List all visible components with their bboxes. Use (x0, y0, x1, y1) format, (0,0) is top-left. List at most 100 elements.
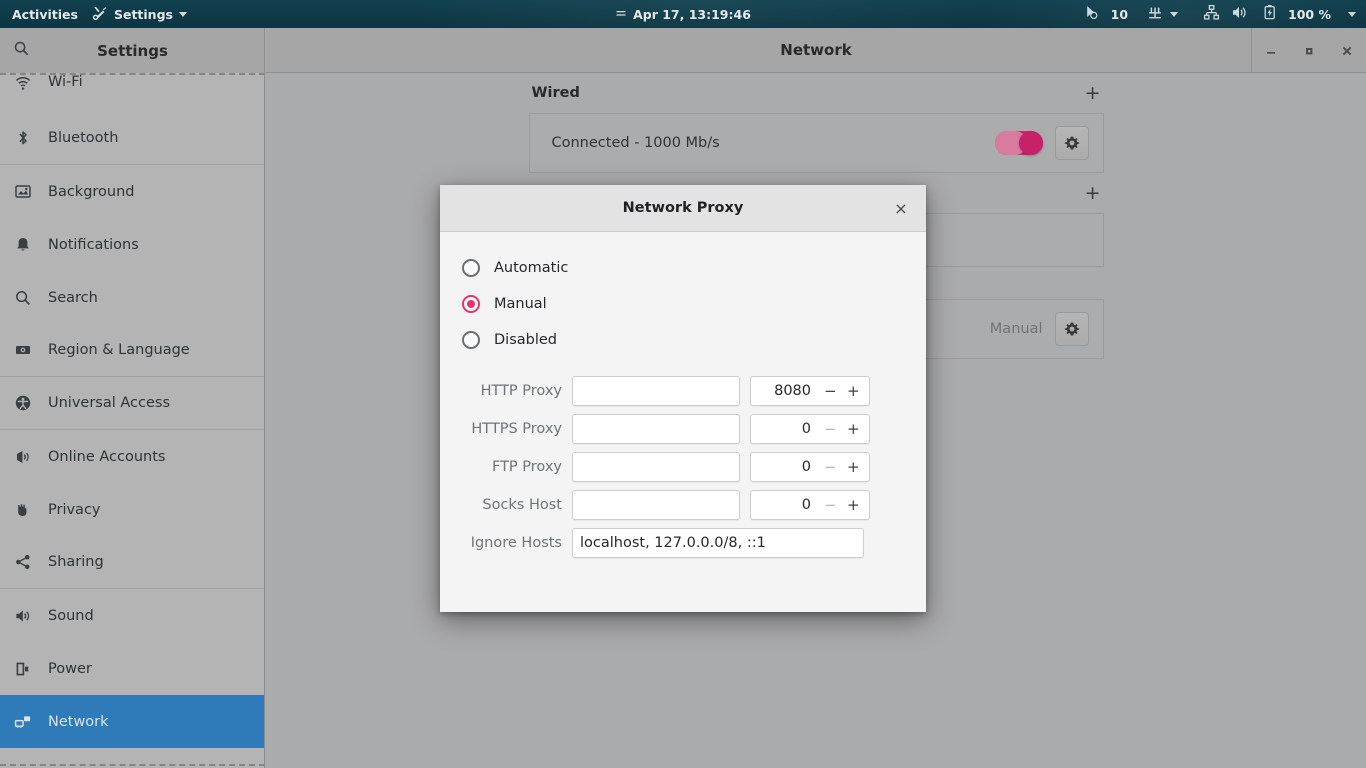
https-proxy-row: HTTPS Proxy 0 − + (462, 414, 904, 444)
ftp-proxy-port-value: 0 (801, 459, 811, 475)
proxy-mode-manual[interactable]: Manual (462, 286, 904, 322)
sidebar-item-label: Online Accounts (48, 448, 166, 465)
maximize-button[interactable] (1290, 28, 1328, 73)
https-proxy-host-input[interactable] (572, 414, 740, 444)
socks-port-value: 0 (801, 497, 811, 513)
sidebar-item-power[interactable]: Power (0, 642, 264, 695)
https-proxy-label: HTTPS Proxy (471, 421, 562, 437)
minimize-button[interactable] (1252, 28, 1290, 73)
wifi-icon (13, 74, 33, 92)
wired-connection-box: Connected - 1000 Mb/s (528, 113, 1104, 173)
close-button[interactable] (1328, 28, 1366, 73)
page-title: Network (780, 41, 852, 59)
http-proxy-host-input[interactable] (572, 376, 740, 406)
plus-icon[interactable]: + (847, 420, 860, 438)
ignore-hosts-input[interactable]: localhost, 127.0.0.0/8, ::1 (572, 528, 864, 558)
wired-connection-row[interactable]: Connected - 1000 Mb/s (530, 114, 1103, 172)
sidebar-item-notifications[interactable]: Notifications (0, 218, 264, 271)
chevron-down-icon[interactable] (1170, 11, 1179, 17)
workspace-count-label: 10 (1110, 6, 1129, 22)
proxy-mode-disabled[interactable]: Disabled (462, 322, 904, 358)
socks-host-input[interactable] (572, 490, 740, 520)
add-connection-button[interactable]: + (1085, 182, 1101, 204)
sidebar-bottom-indicator (0, 764, 264, 766)
sidebar-item-region-language[interactable]: Region & Language (0, 324, 264, 377)
sidebar-item-online-accounts[interactable]: Online Accounts (0, 430, 264, 483)
app-menu-label: Settings (113, 6, 173, 22)
network-icon (13, 713, 33, 731)
wired-settings-button[interactable] (1054, 126, 1089, 160)
search-icon[interactable] (13, 40, 30, 61)
wired-section-header: Wired + (529, 73, 1104, 113)
sidebar-item-sound[interactable]: Sound (0, 589, 264, 642)
minus-icon[interactable]: − (824, 420, 837, 438)
ftp-proxy-row: FTP Proxy 0 − + (462, 452, 904, 482)
proxy-fields: HTTP Proxy 8080 − + HTTPS Proxy 0 − + FT (462, 376, 904, 558)
proxy-mode-automatic[interactable]: Automatic (462, 250, 904, 286)
sidebar-item-label: Privacy (48, 501, 101, 518)
sidebar-item-label: Sound (48, 607, 94, 624)
radio-icon[interactable] (462, 331, 480, 349)
http-proxy-port-stepper[interactable]: 8080 − + (750, 376, 870, 406)
sidebar-item-label: Region & Language (48, 342, 190, 358)
minus-icon[interactable]: − (824, 496, 837, 514)
sidebar-item-search[interactable]: Search (0, 271, 264, 324)
plus-icon[interactable]: + (847, 496, 860, 514)
ftp-proxy-host-input[interactable] (572, 452, 740, 482)
http-proxy-row: HTTP Proxy 8080 − + (462, 376, 904, 406)
sidebar-item-background[interactable]: Background (0, 165, 264, 218)
wired-toggle[interactable] (994, 131, 1043, 155)
settings-sidebar: Settings Wi-Fi Bluetooth Background Noti… (0, 28, 265, 768)
search-icon (13, 289, 33, 307)
socks-port-stepper[interactable]: 0 − + (750, 490, 870, 520)
clock-button[interactable]: Apr 17, 13:19:46 (615, 7, 751, 22)
sidebar-item-privacy[interactable]: Privacy (0, 483, 264, 536)
sidebar-item-label: Background (48, 183, 135, 200)
sidebar-item-network[interactable]: Network (0, 695, 264, 748)
input-method-icon[interactable] (1147, 5, 1163, 24)
radio-icon[interactable] (462, 259, 480, 277)
chevron-down-icon[interactable] (1348, 11, 1356, 17)
sharing-icon (13, 553, 33, 571)
notifications-indicator-icon (615, 7, 627, 22)
close-icon[interactable]: × (888, 195, 914, 221)
dialog-title: Network Proxy (622, 200, 744, 216)
power-icon (13, 660, 33, 678)
activities-label: Activities (12, 6, 78, 22)
activities-button[interactable]: Activities (12, 7, 78, 22)
proxy-settings-button[interactable] (1054, 312, 1089, 346)
sidebar-item-label: Power (48, 660, 92, 677)
dialog-body: Automatic Manual Disabled HTTP Proxy 808… (440, 232, 926, 558)
wired-section: Wired + Connected - 1000 Mb/s (528, 73, 1104, 173)
clock-label: Apr 17, 13:19:46 (633, 6, 751, 22)
gnome-top-bar: Activities Settings Apr 17, 13:19:46 10 … (0, 0, 1366, 28)
sidebar-item-bluetooth[interactable]: Bluetooth (0, 112, 264, 165)
accessibility-pointer-icon[interactable] (1083, 4, 1100, 24)
socks-host-label: Socks Host (482, 497, 562, 513)
plus-icon[interactable]: + (847, 382, 860, 400)
sidebar-item-sharing[interactable]: Sharing (0, 536, 264, 589)
minus-icon[interactable]: − (824, 382, 837, 400)
radio-icon[interactable] (462, 295, 480, 313)
bell-icon (13, 236, 33, 254)
app-menu-button[interactable]: Settings (92, 5, 187, 24)
ftp-proxy-port-stepper[interactable]: 0 − + (750, 452, 870, 482)
ftp-proxy-label: FTP Proxy (491, 459, 562, 475)
sidebar-title: Settings (97, 41, 168, 60)
volume-icon[interactable] (1231, 4, 1248, 24)
http-proxy-port-value: 8080 (774, 383, 811, 399)
region-language-icon (13, 341, 33, 359)
add-wired-button[interactable]: + (1085, 82, 1101, 104)
chevron-down-icon (178, 11, 187, 17)
proxy-mode-label: Manual (494, 296, 547, 312)
https-proxy-port-stepper[interactable]: 0 − + (750, 414, 870, 444)
sidebar-item-wifi[interactable]: Wi-Fi (0, 74, 264, 112)
minus-icon[interactable]: − (824, 458, 837, 476)
wired-network-icon[interactable] (1203, 4, 1220, 24)
sidebar-item-list: Wi-Fi Bluetooth Background Notifications… (0, 74, 264, 748)
battery-charging-icon[interactable] (1263, 4, 1277, 24)
proxy-mode-label: Automatic (494, 260, 569, 276)
plus-icon[interactable]: + (847, 458, 860, 476)
background-icon (13, 183, 33, 201)
sidebar-item-universal-access[interactable]: Universal Access (0, 377, 264, 430)
